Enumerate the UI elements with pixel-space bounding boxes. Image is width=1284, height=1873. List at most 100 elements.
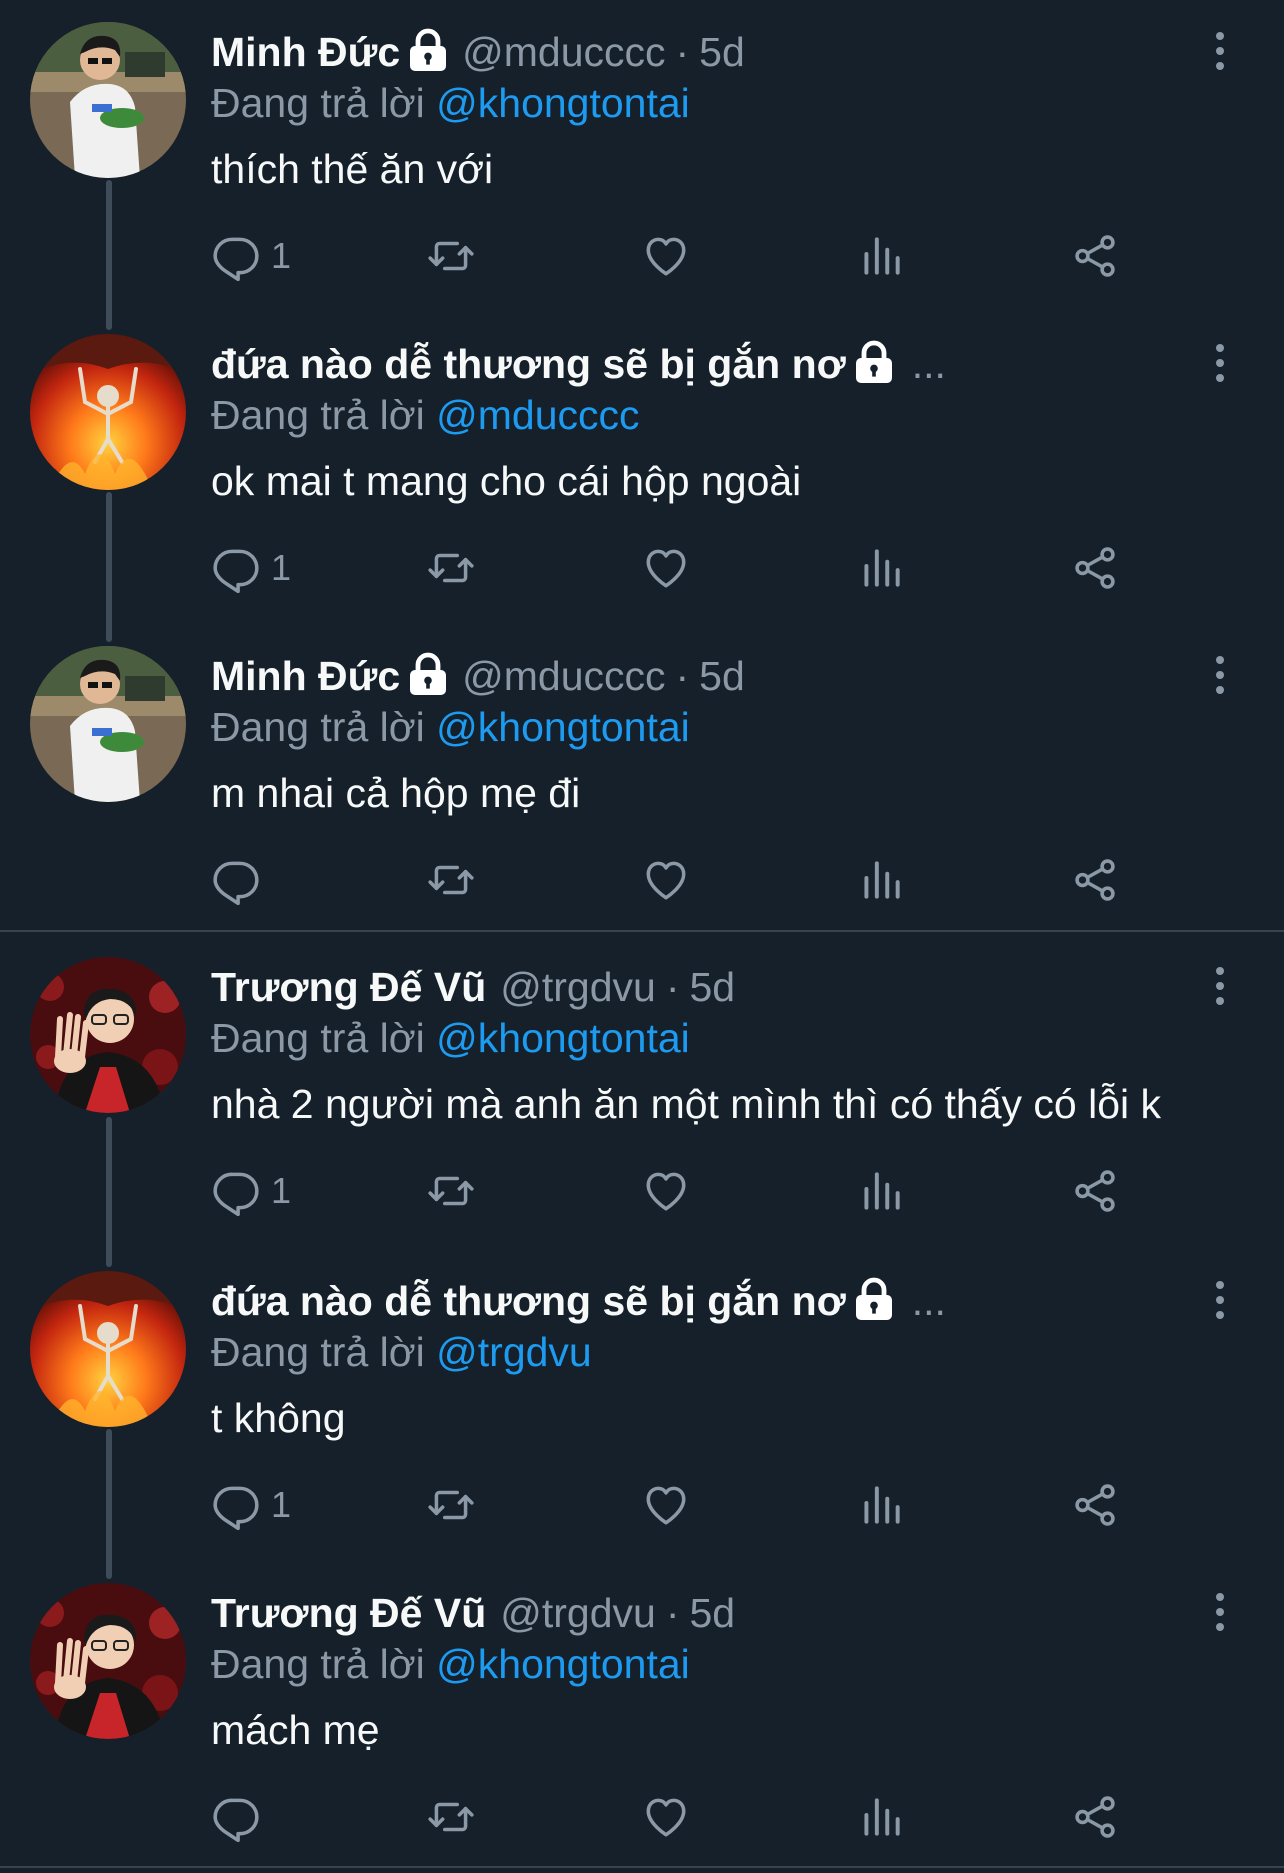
reply-button[interactable]: [211, 1789, 271, 1845]
mention-link[interactable]: @trgdvu: [436, 1329, 592, 1375]
share-button[interactable]: [1070, 852, 1120, 908]
tweet-text: t không: [211, 1395, 346, 1441]
display-name[interactable]: Minh Đức: [211, 22, 400, 82]
more-icon[interactable]: [1200, 338, 1240, 388]
user-handle[interactable]: @trgdvu: [500, 1583, 656, 1643]
reply-prefix: Đang trả lời: [211, 80, 425, 126]
tweet-header: Trương Đế Vũ @trgdvu · 5d: [211, 957, 1174, 1017]
views-button[interactable]: [856, 852, 906, 908]
share-icon: [1070, 1792, 1120, 1842]
share-button[interactable]: [1070, 1477, 1120, 1533]
tweet[interactable]: đứa nào dễ thương sẽ bị gắn nơ ... Đang …: [0, 312, 1284, 624]
avatar-image: [30, 22, 186, 178]
heart-icon: [641, 1166, 691, 1216]
avatar-image: [30, 334, 186, 490]
timestamp[interactable]: 5d: [689, 1583, 735, 1643]
action-bar: 1: [0, 540, 1284, 596]
views-button[interactable]: [856, 1789, 906, 1845]
action-bar: 1: [0, 228, 1284, 284]
tweet-text: mách mẹ: [211, 1707, 380, 1753]
tweet[interactable]: Minh Đức @mducccc · 5d Đang trả lời @kho…: [0, 0, 1284, 312]
retweet-button[interactable]: [426, 1477, 476, 1533]
views-button[interactable]: [856, 228, 906, 284]
reply-button[interactable]: 1: [211, 540, 291, 596]
retweet-button[interactable]: [426, 852, 476, 908]
views-icon: [856, 543, 906, 593]
more-icon[interactable]: [1200, 26, 1240, 76]
mention-link[interactable]: @khongtontai: [436, 1015, 690, 1061]
display-name[interactable]: Trương Đế Vũ: [211, 1583, 486, 1643]
mention-link[interactable]: @khongtontai: [436, 1641, 690, 1687]
share-icon: [1070, 1166, 1120, 1216]
avatar-image: [30, 646, 186, 802]
tweet[interactable]: Trương Đế Vũ @trgdvu · 5d Đang trả lời @…: [0, 1561, 1284, 1873]
views-button[interactable]: [856, 1477, 906, 1533]
tweet[interactable]: Trương Đế Vũ @trgdvu · 5d Đang trả lời @…: [0, 935, 1284, 1247]
tweet-header: đứa nào dễ thương sẽ bị gắn nơ ...: [211, 1271, 1174, 1331]
user-handle[interactable]: @mducccc: [462, 646, 665, 706]
mention-link[interactable]: @khongtontai: [436, 704, 690, 750]
timestamp[interactable]: 5d: [699, 22, 745, 82]
reply-icon: [211, 855, 261, 905]
avatar[interactable]: [30, 22, 186, 178]
retweet-button[interactable]: [426, 540, 476, 596]
tweet-header: đứa nào dễ thương sẽ bị gắn nơ ...: [211, 334, 1174, 394]
user-handle[interactable]: @mducccc: [462, 22, 665, 82]
reply-icon: [211, 1166, 261, 1216]
share-icon: [1070, 1480, 1120, 1530]
timestamp[interactable]: 5d: [699, 646, 745, 706]
mention-link[interactable]: @mducccc: [436, 392, 639, 438]
heart-icon: [641, 543, 691, 593]
tweet-header: Minh Đức @mducccc · 5d: [211, 646, 1174, 706]
views-icon: [856, 1480, 906, 1530]
truncation-ellipsis: ...: [911, 1278, 946, 1324]
reply-button[interactable]: [211, 852, 271, 908]
like-button[interactable]: [641, 540, 691, 596]
like-button[interactable]: [641, 1789, 691, 1845]
share-button[interactable]: [1070, 540, 1120, 596]
views-icon: [856, 1792, 906, 1842]
retweet-icon: [426, 1480, 476, 1530]
like-button[interactable]: [641, 1477, 691, 1533]
share-button[interactable]: [1070, 228, 1120, 284]
avatar[interactable]: [30, 646, 186, 802]
lock-icon: [854, 1277, 894, 1321]
separator-dot: ·: [665, 1590, 680, 1636]
timestamp[interactable]: 5d: [689, 957, 735, 1017]
tweet[interactable]: Minh Đức @mducccc · 5d Đang trả lời @kho…: [0, 624, 1284, 936]
lock-icon: [408, 652, 448, 696]
reply-prefix: Đang trả lời: [211, 704, 425, 750]
more-icon[interactable]: [1200, 961, 1240, 1011]
reply-button[interactable]: 1: [211, 1163, 291, 1219]
tweet[interactable]: đứa nào dễ thương sẽ bị gắn nơ ... Đang …: [0, 1249, 1284, 1561]
retweet-button[interactable]: [426, 1163, 476, 1219]
reply-button[interactable]: 1: [211, 1477, 291, 1533]
display-name[interactable]: đứa nào dễ thương sẽ bị gắn nơ: [211, 1271, 846, 1331]
avatar[interactable]: [30, 957, 186, 1113]
display-name[interactable]: Minh Đức: [211, 646, 400, 706]
lock-icon: [854, 340, 894, 384]
tweet-text: thích thế ăn với: [211, 146, 494, 192]
retweet-button[interactable]: [426, 1789, 476, 1845]
reply-button[interactable]: 1: [211, 228, 291, 284]
retweet-button[interactable]: [426, 228, 476, 284]
views-button[interactable]: [856, 1163, 906, 1219]
more-icon[interactable]: [1200, 650, 1240, 700]
like-button[interactable]: [641, 228, 691, 284]
more-icon[interactable]: [1200, 1587, 1240, 1637]
share-button[interactable]: [1070, 1163, 1120, 1219]
like-button[interactable]: [641, 852, 691, 908]
avatar[interactable]: [30, 1271, 186, 1427]
mention-link[interactable]: @khongtontai: [436, 80, 690, 126]
reply-to-line: Đang trả lời @khongtontai: [211, 1639, 690, 1689]
share-button[interactable]: [1070, 1789, 1120, 1845]
display-name[interactable]: đứa nào dễ thương sẽ bị gắn nơ: [211, 334, 846, 394]
more-icon[interactable]: [1200, 1275, 1240, 1325]
avatar[interactable]: [30, 1583, 186, 1739]
avatar[interactable]: [30, 334, 186, 490]
user-handle[interactable]: @trgdvu: [500, 957, 656, 1017]
display-name[interactable]: Trương Đế Vũ: [211, 957, 486, 1017]
action-bar: [0, 1789, 1284, 1845]
like-button[interactable]: [641, 1163, 691, 1219]
views-button[interactable]: [856, 540, 906, 596]
